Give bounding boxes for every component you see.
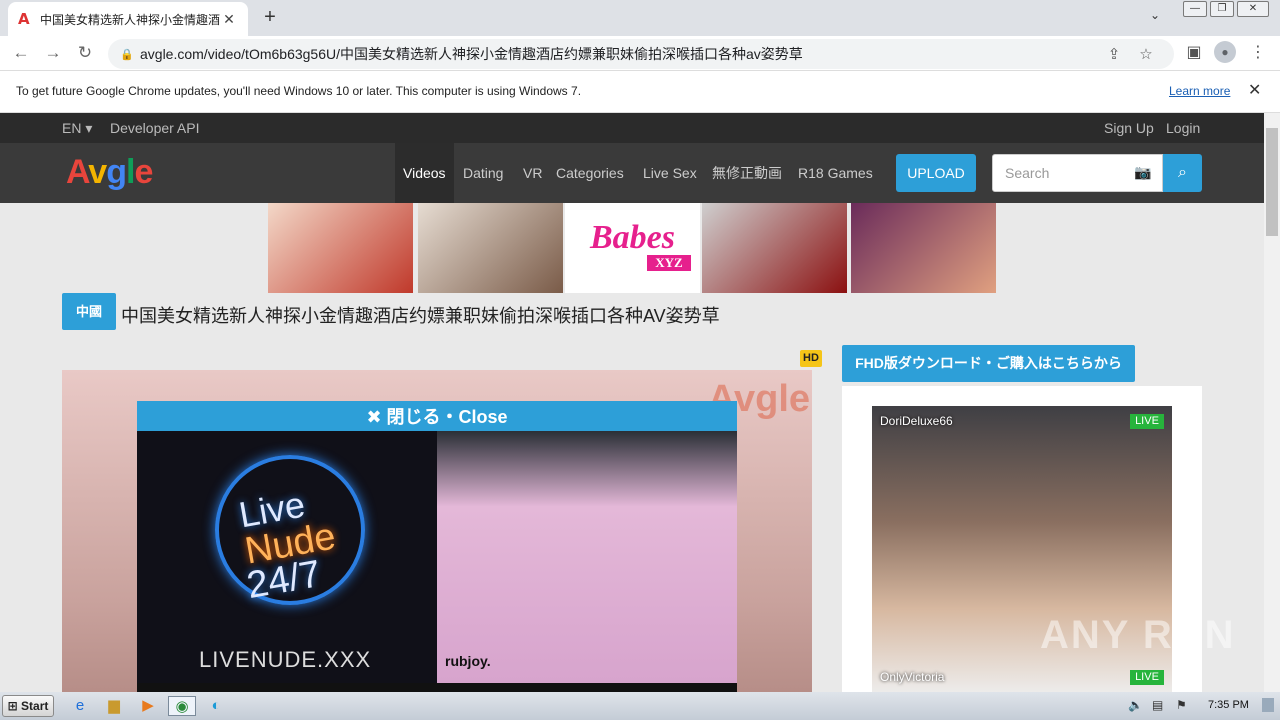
- clock: 7:35 PM: [1208, 699, 1249, 711]
- camera-search-icon[interactable]: 📷: [1134, 164, 1151, 181]
- nav-vr[interactable]: VR: [515, 143, 550, 203]
- avgle-favicon-icon: A: [18, 10, 30, 28]
- browser-tab[interactable]: A 中国美女精选新人神探小金情趣酒店 ✕: [8, 2, 248, 36]
- video-title: 中国美女精选新人神探小金情趣酒店约嫖兼职妹偷拍深喉插口各种AV姿势草: [121, 306, 720, 326]
- nav-videos[interactable]: Videos: [395, 143, 454, 203]
- forward-arrow-icon[interactable]: →: [42, 42, 64, 64]
- profile-avatar-icon[interactable]: ●: [1214, 41, 1236, 63]
- live-badge: LIVE: [1130, 670, 1164, 685]
- ad-thumbnail[interactable]: [418, 203, 563, 293]
- page-viewport: EN ▾ Developer API Sign Up Login Avgle V…: [0, 113, 1264, 692]
- ad-brand-sub: XYZ: [647, 255, 691, 271]
- lock-icon: 🔒: [120, 48, 134, 61]
- windows-flag-icon: ⊞: [7, 699, 22, 713]
- anyrun-watermark: ANY RUN: [1040, 613, 1236, 657]
- ad-thumbnail[interactable]: [851, 203, 996, 293]
- learn-more-link[interactable]: Learn more: [1169, 84, 1230, 98]
- reload-icon[interactable]: ↻: [74, 42, 96, 64]
- rubjoy-brand: rubjoy.: [445, 653, 491, 669]
- language-selector[interactable]: EN ▾: [62, 120, 92, 137]
- folder-icon[interactable]: ▆: [102, 696, 126, 716]
- site-logo[interactable]: Avgle: [66, 153, 153, 192]
- restore-button[interactable]: ❐: [1210, 1, 1234, 17]
- login-link[interactable]: Login: [1166, 120, 1200, 136]
- category-badge[interactable]: 中國: [62, 293, 116, 330]
- fhd-download-button[interactable]: FHD版ダウンロード・ご購入はこちらから: [842, 345, 1135, 382]
- ie-icon[interactable]: e: [68, 696, 92, 716]
- tab-close-icon[interactable]: ✕: [220, 11, 238, 28]
- share-icon[interactable]: ⇪: [1098, 45, 1130, 63]
- popup-close-button[interactable]: ✖ 閉じる・Close: [137, 401, 737, 431]
- infobar-message: To get future Google Chrome updates, you…: [16, 84, 582, 98]
- cam-name: OnlyVictoria: [880, 670, 945, 684]
- livenude-ad[interactable]: Live Nude 24/7 LIVENUDE.XXX: [137, 431, 437, 683]
- update-infobar: To get future Google Chrome updates, you…: [0, 70, 1280, 113]
- developer-api-link[interactable]: Developer API: [110, 120, 200, 136]
- address-bar[interactable]: 🔒 avgle.com/video/tOm6b63g56U/中国美女精选新人神探…: [108, 39, 1174, 69]
- url-text[interactable]: avgle.com/video/tOm6b63g56U/中国美女精选新人神探小金…: [140, 44, 1098, 64]
- back-arrow-icon[interactable]: ←: [10, 42, 32, 64]
- main-nav: Avgle Videos Dating VR Categories Live S…: [0, 143, 1264, 203]
- cam-name: DoriDeluxe66: [880, 414, 953, 428]
- menu-kebab-icon[interactable]: ⋮: [1246, 42, 1270, 64]
- ad-popup: ✖ 閉じる・Close Live Nude 24/7 LIVENUDE.XXX …: [137, 401, 737, 692]
- windows-taskbar: ⊞ Start e ▆ ▶ ◉ ◐ 🔈 ▤ ⚑ 7:35 PM: [0, 692, 1280, 720]
- live-badge: LIVE: [1130, 414, 1164, 429]
- start-label: Start: [21, 699, 49, 713]
- nav-live-sex[interactable]: Live Sex: [635, 143, 705, 203]
- nav-r18-games[interactable]: R18 Games: [790, 143, 881, 203]
- scrollbar-thumb[interactable]: [1266, 128, 1278, 236]
- media-player-icon[interactable]: ▶: [136, 696, 160, 716]
- search-button[interactable]: ⌕: [1163, 154, 1202, 192]
- site-topbar: EN ▾ Developer API Sign Up Login: [0, 113, 1264, 143]
- tab-strip: A 中国美女精选新人神探小金情趣酒店 ✕ + ⌄ — ❐ ✕: [0, 0, 1280, 36]
- ad-thumbnail[interactable]: [268, 203, 413, 293]
- ad-babes-logo[interactable]: Babes XYZ: [565, 203, 700, 293]
- flag-icon[interactable]: ⚑: [1176, 698, 1187, 712]
- upload-button[interactable]: UPLOAD: [896, 154, 976, 192]
- new-tab-button[interactable]: +: [258, 5, 282, 29]
- start-button[interactable]: ⊞ Start: [2, 695, 54, 717]
- ad-url: LIVENUDE.XXX: [199, 647, 372, 672]
- close-window-button[interactable]: ✕: [1237, 1, 1269, 17]
- side-panel-icon[interactable]: ▣: [1182, 42, 1206, 64]
- nav-uncensored[interactable]: 無修正動画: [704, 143, 790, 203]
- edge-icon[interactable]: ◐: [204, 696, 228, 716]
- tab-search-chevron-icon[interactable]: ⌄: [1150, 8, 1160, 22]
- minimize-button[interactable]: —: [1183, 1, 1207, 17]
- hd-badge: HD: [800, 350, 822, 367]
- search-icon: ⌕: [1178, 164, 1187, 181]
- signup-link[interactable]: Sign Up: [1104, 120, 1154, 136]
- rubjoy-ad[interactable]: rubjoy.: [437, 431, 737, 683]
- tab-title: 中国美女精选新人神探小金情趣酒店: [40, 12, 220, 27]
- ad-brand-text: Babes: [590, 219, 675, 256]
- nav-categories[interactable]: Categories: [548, 143, 632, 203]
- ad-thumbnail[interactable]: [702, 203, 847, 293]
- volume-icon[interactable]: 🔈: [1128, 698, 1143, 712]
- show-desktop-button[interactable]: [1262, 698, 1274, 712]
- browser-toolbar: ← → ↻ 🔒 avgle.com/video/tOm6b63g56U/中国美女…: [0, 36, 1280, 70]
- bookmark-star-icon[interactable]: ☆: [1130, 45, 1162, 63]
- nav-dating[interactable]: Dating: [455, 143, 511, 203]
- network-icon[interactable]: ▤: [1152, 698, 1163, 712]
- infobar-close-icon[interactable]: ✕: [1248, 80, 1261, 100]
- chrome-icon[interactable]: ◉: [168, 696, 196, 716]
